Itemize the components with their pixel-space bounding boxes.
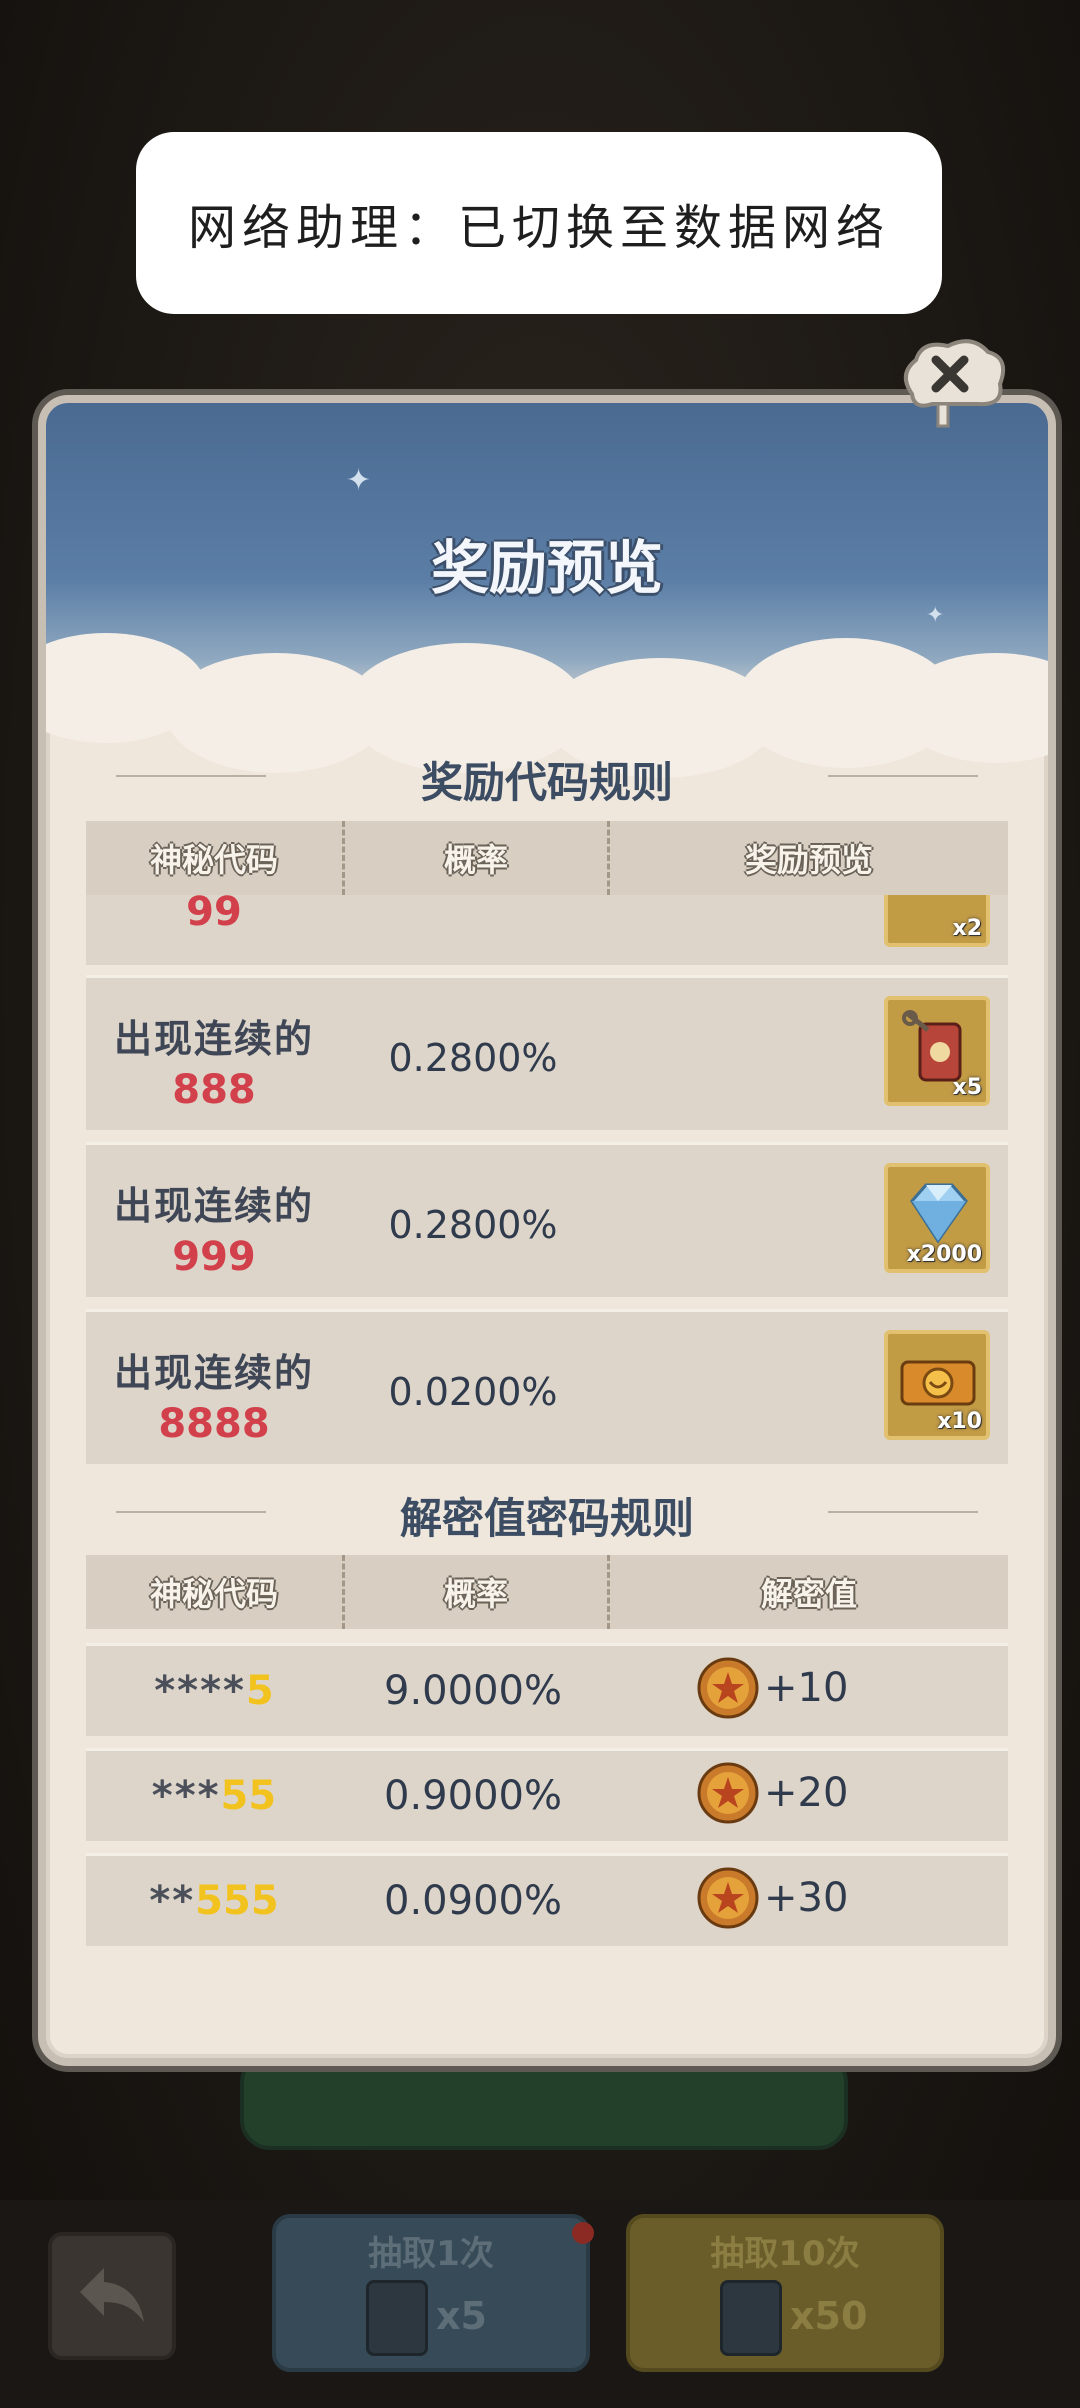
back-arrow-icon — [80, 2268, 144, 2322]
code-stars: **** — [154, 1668, 246, 1714]
header-probability: 概率 — [345, 821, 610, 895]
table-row: 99 x2 — [86, 895, 1008, 965]
table-row: 出现连续的 999 0.2800% x2000 — [86, 1142, 1008, 1297]
decrypt-value: +20 — [764, 1770, 849, 1816]
header-mystery-code: 神秘代码 — [86, 821, 345, 895]
decrypt-section-title: 解密值密码规则 — [46, 1485, 1048, 1546]
reward-item[interactable]: x10 — [884, 1330, 990, 1440]
reward-preview-panel: ✦ ✦ 奖励预览 奖励代码规则 神秘代码 概率 奖励预览 99 x2 出现连续的… — [38, 395, 1056, 2066]
code-stars: ** — [149, 1878, 196, 1924]
star-coin-icon — [697, 1867, 759, 1929]
code-number: 8888 — [158, 1401, 270, 1447]
reward-item[interactable]: x2 — [884, 895, 990, 947]
code-digits: 55 — [220, 1773, 277, 1819]
reward-table-header: 神秘代码 概率 奖励预览 — [86, 821, 1008, 895]
probability: 0.0200% — [388, 1370, 558, 1414]
code-stars: *** — [151, 1773, 221, 1819]
table-row: 出现连续的 8888 0.0200% x10 — [86, 1309, 1008, 1464]
table-row: **555 0.0900% +30 — [86, 1853, 1008, 1946]
code-number: 99 — [186, 895, 242, 935]
code-digits: 5 — [245, 1668, 274, 1714]
decrypt-value: +10 — [764, 1665, 849, 1711]
panel-title: 奖励预览 — [430, 534, 663, 602]
code-label: 出现连续的 — [113, 1351, 314, 1395]
table-row: ****5 9.0000% +10 — [86, 1643, 1008, 1736]
toast-text: 网络助理：已切换至数据网络 — [187, 200, 890, 256]
table-row: ***55 0.9000% +20 — [86, 1748, 1008, 1841]
decrypt-table-header: 神秘代码 概率 解密值 — [86, 1555, 1008, 1629]
probability: 0.0900% — [384, 1878, 562, 1924]
probability: 9.0000% — [384, 1668, 562, 1714]
code-label: 出现连续的 — [113, 1184, 314, 1228]
draw-ten-label: 抽取10次 — [710, 2234, 860, 2274]
sparkle-icon: ✦ — [926, 603, 945, 628]
code-label: 出现连续的 — [113, 1017, 314, 1061]
draw-ten-button[interactable]: 抽取10次 x50 — [626, 2214, 944, 2372]
notification-dot — [572, 2222, 594, 2244]
close-icon — [904, 339, 1005, 428]
reward-section-title: 奖励代码规则 — [46, 749, 1048, 810]
background-green-button — [240, 2052, 848, 2150]
probability: 0.2800% — [388, 1036, 558, 1080]
header-reward-preview: 奖励预览 — [744, 841, 873, 879]
back-button[interactable] — [48, 2232, 176, 2360]
reward-item[interactable]: x5 — [884, 996, 990, 1106]
reward-quantity: x2000 — [906, 1242, 982, 1267]
draw-one-label: 抽取1次 — [368, 2234, 494, 2274]
reward-quantity: x5 — [952, 1075, 983, 1100]
decrypt-value: +30 — [764, 1875, 849, 1921]
reward-quantity: x10 — [937, 1409, 982, 1434]
table-row: 出现连续的 888 0.2800% x5 — [86, 975, 1008, 1130]
header-mystery-code: 神秘代码 — [86, 1555, 345, 1629]
code-number: 888 — [172, 1067, 256, 1113]
draw-one-cost: x5 — [436, 2294, 487, 2338]
close-button[interactable] — [892, 334, 1010, 434]
sparkle-icon: ✦ — [346, 463, 372, 498]
reward-item[interactable]: x2000 — [884, 1163, 990, 1273]
header-decrypt-value: 解密值 — [760, 1575, 857, 1613]
ticket-icon — [720, 2280, 782, 2356]
code-number: 999 — [172, 1234, 256, 1280]
probability: 0.2800% — [388, 1203, 558, 1247]
reward-list-clip: 99 x2 — [46, 895, 1048, 965]
reward-quantity: x2 — [952, 916, 983, 941]
header-probability: 概率 — [345, 1555, 610, 1629]
ticket-icon — [366, 2280, 428, 2356]
draw-one-button[interactable]: 抽取1次 x5 — [272, 2214, 590, 2372]
network-toast: 网络助理：已切换至数据网络 — [136, 132, 942, 314]
decrypt-rows: ****5 9.0000% +10 ***55 0.9000% +20 **55… — [86, 1643, 1008, 1958]
reward-rows: 出现连续的 888 0.2800% x5 出现连续的 999 0.2800% x… — [86, 975, 1008, 1476]
code-digits: 555 — [195, 1878, 279, 1924]
draw-ten-cost: x50 — [790, 2294, 868, 2338]
star-coin-icon — [697, 1762, 759, 1824]
star-coin-icon — [697, 1657, 759, 1719]
probability: 0.9000% — [384, 1773, 562, 1819]
